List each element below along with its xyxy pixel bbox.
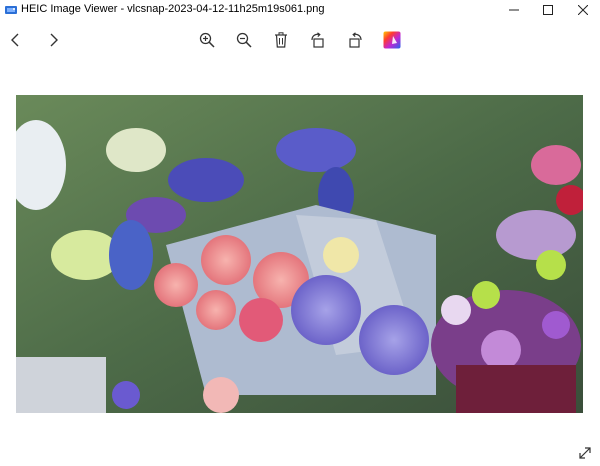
expand-icon	[579, 447, 591, 459]
title-bar: HEIC Image Viewer - vlcsnap-2023-04-12-1…	[0, 0, 600, 20]
chevron-right-icon	[50, 33, 58, 47]
back-button[interactable]	[3, 27, 29, 53]
zoom-out-icon	[236, 32, 252, 48]
forward-button[interactable]	[40, 27, 66, 53]
heic-viewer-app-icon	[5, 6, 17, 14]
zoom-out-button[interactable]	[231, 27, 257, 53]
rotate-left-icon	[311, 32, 324, 48]
window-title: HEIC Image Viewer - vlcsnap-2023-04-12-1…	[21, 3, 325, 15]
minimize-icon	[509, 9, 519, 11]
delete-button[interactable]	[268, 27, 294, 53]
close-button[interactable]	[566, 0, 600, 20]
rotate-left-button[interactable]	[305, 27, 331, 53]
chevron-left-icon	[11, 33, 19, 47]
fullscreen-button[interactable]	[574, 442, 596, 464]
color-button[interactable]	[379, 27, 405, 53]
close-icon	[578, 5, 588, 15]
minimize-button[interactable]	[497, 0, 531, 20]
image-display[interactable]	[16, 95, 583, 413]
rotate-right-button[interactable]	[342, 27, 368, 53]
maximize-icon	[543, 5, 553, 15]
zoom-in-icon	[199, 32, 215, 48]
flower-photo	[16, 95, 583, 413]
maximize-button[interactable]	[531, 0, 565, 20]
rotate-right-icon	[349, 32, 362, 48]
trash-icon	[275, 32, 287, 48]
color-palette-icon	[383, 31, 401, 49]
zoom-in-button[interactable]	[194, 27, 220, 53]
